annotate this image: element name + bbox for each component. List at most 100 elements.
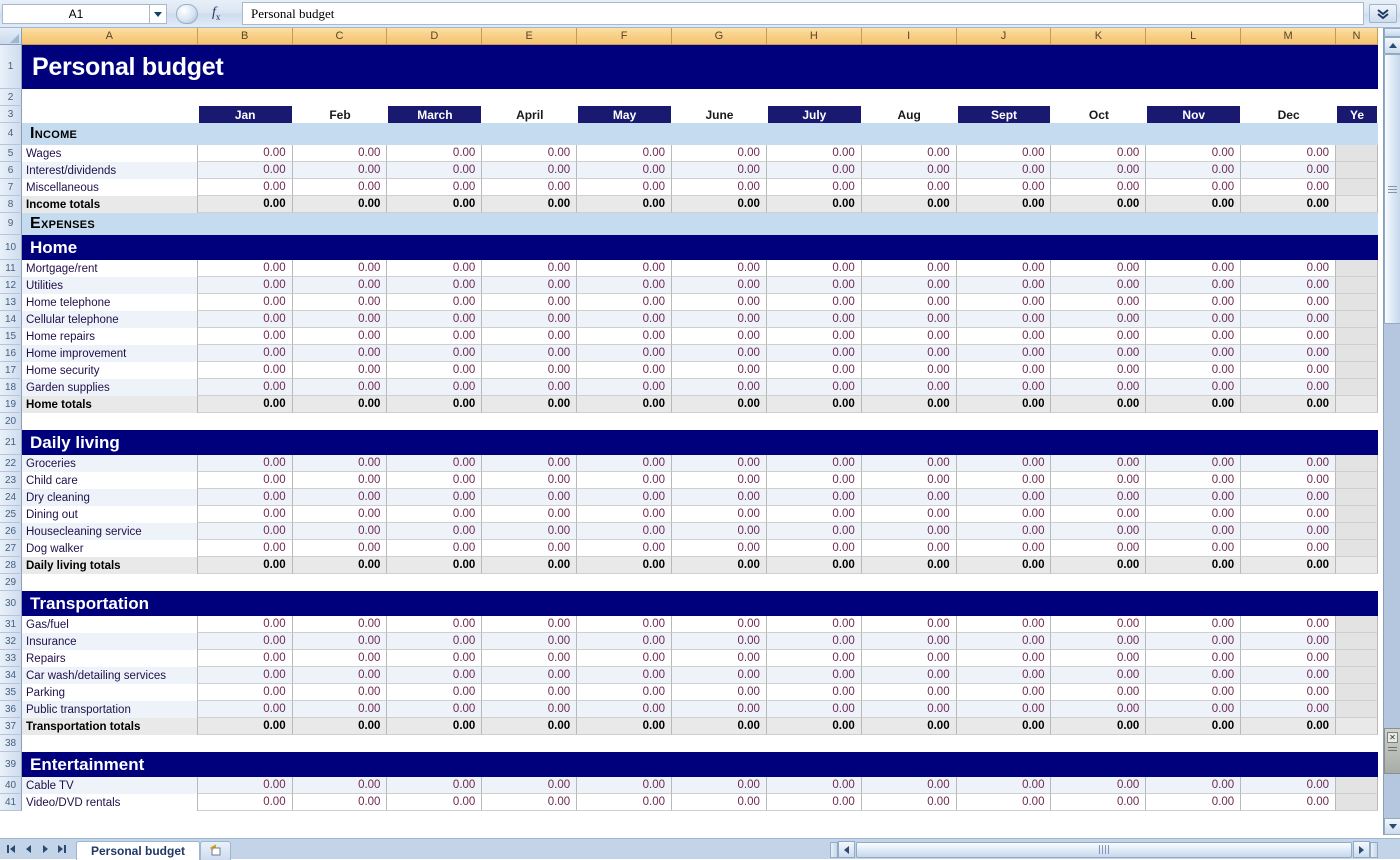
row-label-dry-cleaning[interactable]: Dry cleaning [22, 489, 198, 506]
grid-row-28[interactable]: Daily living totals0.000.000.000.000.000… [22, 557, 1378, 574]
cell-dining-out-april[interactable]: 0.00 [482, 506, 577, 523]
row-header-17[interactable]: 17 [0, 362, 22, 379]
grid-row-5[interactable]: Wages0.000.000.000.000.000.000.000.000.0… [22, 145, 1378, 162]
insert-function-round-button[interactable] [176, 4, 198, 24]
cell-wages-april[interactable]: 0.00 [482, 145, 577, 162]
cell-mortgage-rent-dec[interactable]: 0.00 [1241, 260, 1336, 277]
column-header-i[interactable]: I [862, 28, 957, 45]
row-header-25[interactable]: 25 [0, 506, 22, 523]
cell-dining-out-feb[interactable]: 0.00 [293, 506, 388, 523]
cell-income-totals-nov[interactable]: 0.00 [1146, 196, 1241, 213]
cell-home-security-feb[interactable]: 0.00 [293, 362, 388, 379]
cell-cable-tv-april[interactable]: 0.00 [482, 777, 577, 794]
cell-dining-out-year-total[interactable] [1336, 506, 1378, 523]
month-header-nov[interactable]: Nov [1146, 106, 1241, 123]
cell-home-totals-dec[interactable]: 0.00 [1241, 396, 1336, 413]
scroll-down-button[interactable] [1384, 818, 1400, 835]
blank-row-38[interactable] [22, 735, 1378, 752]
cell-groceries-oct[interactable]: 0.00 [1051, 455, 1146, 472]
cell-garden-supplies-april[interactable]: 0.00 [482, 379, 577, 396]
cell-daily-living-totals-nov[interactable]: 0.00 [1146, 557, 1241, 574]
fx-icon[interactable]: fx [212, 5, 220, 22]
insert-worksheet-button[interactable] [200, 841, 231, 860]
cell-housecleaning-service-aug[interactable]: 0.00 [862, 523, 957, 540]
cell-cellular-telephone-year-total[interactable] [1336, 311, 1378, 328]
cell-housecleaning-service-march[interactable]: 0.00 [387, 523, 482, 540]
column-header-j[interactable]: J [957, 28, 1052, 45]
cell-garden-supplies-may[interactable]: 0.00 [577, 379, 672, 396]
row-header-6[interactable]: 6 [0, 162, 22, 179]
month-header-may[interactable]: May [577, 106, 672, 123]
row-header-18[interactable]: 18 [0, 379, 22, 396]
cell-income-totals-june[interactable]: 0.00 [672, 196, 767, 213]
cell-child-care-july[interactable]: 0.00 [767, 472, 862, 489]
cell-mortgage-rent-oct[interactable]: 0.00 [1051, 260, 1146, 277]
cell-insurance-oct[interactable]: 0.00 [1051, 633, 1146, 650]
cell-daily-living-totals-year-total[interactable] [1336, 557, 1378, 574]
row-label-insurance[interactable]: Insurance [22, 633, 198, 650]
cell-garden-supplies-nov[interactable]: 0.00 [1146, 379, 1241, 396]
cell-interest-dividends-april[interactable]: 0.00 [482, 162, 577, 179]
cell-utilities-sept[interactable]: 0.00 [957, 277, 1052, 294]
cell-miscellaneous-dec[interactable]: 0.00 [1241, 179, 1336, 196]
cell-insurance-april[interactable]: 0.00 [482, 633, 577, 650]
cell-home-improvement-feb[interactable]: 0.00 [293, 345, 388, 362]
cell-dry-cleaning-dec[interactable]: 0.00 [1241, 489, 1336, 506]
cell-cable-tv-dec[interactable]: 0.00 [1241, 777, 1336, 794]
cell-insurance-dec[interactable]: 0.00 [1241, 633, 1336, 650]
cell-dining-out-jan[interactable]: 0.00 [198, 506, 293, 523]
cell-home-improvement-june[interactable]: 0.00 [672, 345, 767, 362]
cell-interest-dividends-sept[interactable]: 0.00 [957, 162, 1052, 179]
cell-interest-dividends-jan[interactable]: 0.00 [198, 162, 293, 179]
cell-home-security-may[interactable]: 0.00 [577, 362, 672, 379]
cell-home-telephone-dec[interactable]: 0.00 [1241, 294, 1336, 311]
grid-row-36[interactable]: Public transportation0.000.000.000.000.0… [22, 701, 1378, 718]
scroll-up-button[interactable] [1384, 37, 1400, 54]
cell-public-transportation-feb[interactable]: 0.00 [293, 701, 388, 718]
cell-parking-aug[interactable]: 0.00 [862, 684, 957, 701]
cell-daily-living-totals-may[interactable]: 0.00 [577, 557, 672, 574]
grid-row-26[interactable]: Housecleaning service0.000.000.000.000.0… [22, 523, 1378, 540]
cell-daily-living-totals-feb[interactable]: 0.00 [293, 557, 388, 574]
cell-miscellaneous-oct[interactable]: 0.00 [1051, 179, 1146, 196]
cell-cellular-telephone-feb[interactable]: 0.00 [293, 311, 388, 328]
grid-row-12[interactable]: Utilities0.000.000.000.000.000.000.000.0… [22, 277, 1378, 294]
cell-dog-walker-year-total[interactable] [1336, 540, 1378, 557]
grid-row-8[interactable]: Income totals0.000.000.000.000.000.000.0… [22, 196, 1378, 213]
column-header-b[interactable]: B [198, 28, 293, 45]
cell-dry-cleaning-march[interactable]: 0.00 [387, 489, 482, 506]
name-box[interactable]: A1 [2, 4, 150, 24]
cell-home-security-april[interactable]: 0.00 [482, 362, 577, 379]
row-header-26[interactable]: 26 [0, 523, 22, 540]
row-label-dining-out[interactable]: Dining out [22, 506, 198, 523]
horizontal-split-handle[interactable] [830, 842, 838, 858]
row-label-home-telephone[interactable]: Home telephone [22, 294, 198, 311]
month-header-dec[interactable]: Dec [1241, 106, 1336, 123]
cell-cable-tv-nov[interactable]: 0.00 [1146, 777, 1241, 794]
cell-mortgage-rent-march[interactable]: 0.00 [387, 260, 482, 277]
cell-insurance-july[interactable]: 0.00 [767, 633, 862, 650]
row-label-income-totals[interactable]: Income totals [22, 196, 198, 213]
row-header-13[interactable]: 13 [0, 294, 22, 311]
row-header-38[interactable]: 38 [0, 735, 22, 752]
cell-housecleaning-service-may[interactable]: 0.00 [577, 523, 672, 540]
month-header-march[interactable]: March [387, 106, 482, 123]
cell-car-wash-detailing-services-dec[interactable]: 0.00 [1241, 667, 1336, 684]
grid-row-11[interactable]: Mortgage/rent0.000.000.000.000.000.000.0… [22, 260, 1378, 277]
grid-row-3[interactable]: JanFebMarchAprilMayJuneJulyAugSeptOctNov… [22, 106, 1378, 123]
cell-video-dvd-rentals-feb[interactable]: 0.00 [293, 794, 388, 811]
row-label-daily-living-totals[interactable]: Daily living totals [22, 557, 198, 574]
row-label-home-repairs[interactable]: Home repairs [22, 328, 198, 345]
row-header-30[interactable]: 30 [0, 591, 22, 616]
cell-insurance-june[interactable]: 0.00 [672, 633, 767, 650]
cell-cellular-telephone-jan[interactable]: 0.00 [198, 311, 293, 328]
cell-home-telephone-oct[interactable]: 0.00 [1051, 294, 1146, 311]
cell-gas-fuel-oct[interactable]: 0.00 [1051, 616, 1146, 633]
cell-home-telephone-aug[interactable]: 0.00 [862, 294, 957, 311]
cell-dining-out-june[interactable]: 0.00 [672, 506, 767, 523]
cell-parking-sept[interactable]: 0.00 [957, 684, 1052, 701]
cell-video-dvd-rentals-may[interactable]: 0.00 [577, 794, 672, 811]
cell-car-wash-detailing-services-year-total[interactable] [1336, 667, 1378, 684]
column-header-h[interactable]: H [767, 28, 862, 45]
cell-cellular-telephone-oct[interactable]: 0.00 [1051, 311, 1146, 328]
